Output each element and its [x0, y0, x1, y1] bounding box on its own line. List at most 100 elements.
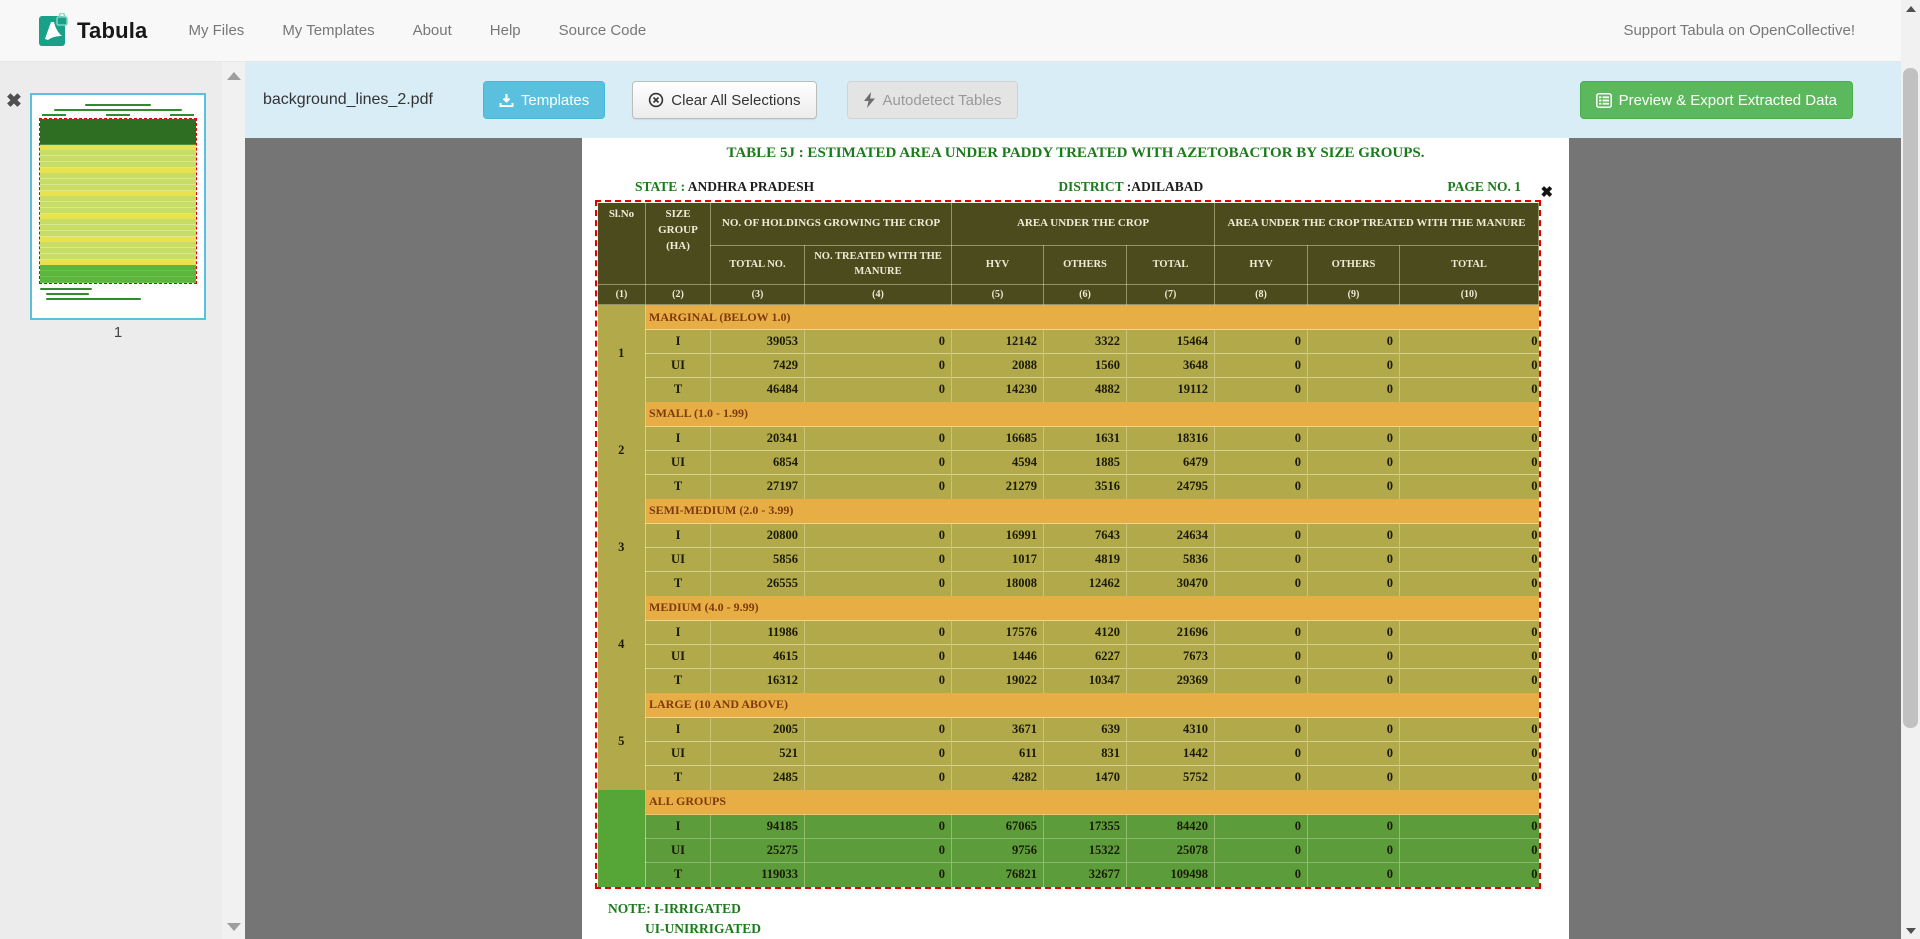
value-cell: 3648	[1127, 354, 1215, 378]
irrigation-type-cell: I	[646, 427, 711, 451]
nav-item-my-templates[interactable]: My Templates	[263, 0, 393, 62]
table-row: UI68540459418856479000	[598, 451, 1539, 475]
value-cell: 0	[1215, 548, 1308, 572]
table-selection-box[interactable]: ✖ Sl.No SIZE GROUP (HA) NO. OF HOLDINGS …	[595, 200, 1541, 889]
thumbnail-page-number: 1	[30, 324, 206, 341]
value-cell: 0	[1400, 621, 1539, 645]
sidebar-scroll-down-icon[interactable]	[227, 923, 241, 931]
value-cell: 11986	[711, 621, 805, 645]
value-cell: 94185	[711, 815, 805, 839]
value-cell: 0	[1308, 548, 1400, 572]
table-row: T11903307682132677109498000	[598, 863, 1539, 887]
value-cell: 39053	[711, 330, 805, 354]
value-cell: 0	[805, 354, 952, 378]
column-number-cell: (10)	[1400, 285, 1539, 305]
remove-circle-icon	[648, 92, 664, 108]
navbar: Tabula My Files My Templates About Help …	[0, 0, 1901, 62]
value-cell: 0	[1215, 669, 1308, 693]
nav-item-my-files[interactable]: My Files	[169, 0, 263, 62]
autodetect-tables-button[interactable]: Autodetect Tables	[847, 81, 1018, 119]
pdf-page[interactable]: TABLE 5J : ESTIMATED AREA UNDER PADDY TR…	[582, 138, 1569, 939]
value-cell: 0	[805, 548, 952, 572]
table-row: T24850428214705752000	[598, 766, 1539, 790]
scroll-down-icon[interactable]	[1901, 922, 1920, 939]
value-cell: 27197	[711, 475, 805, 499]
value-cell: 0	[805, 621, 952, 645]
page-number-field: PAGE NO. 1	[1447, 179, 1521, 195]
column-number-cell: (3)	[711, 285, 805, 305]
value-cell: 7643	[1044, 524, 1127, 548]
value-cell: 46484	[711, 378, 805, 402]
column-number-cell: (2)	[646, 285, 711, 305]
pdf-note-line-1: NOTE: I-IRRIGATED	[608, 901, 741, 917]
autodetect-tables-label: Autodetect Tables	[883, 92, 1002, 109]
scrollbar-thumb[interactable]	[1903, 68, 1918, 728]
sidebar-scroll-up-icon[interactable]	[227, 72, 241, 80]
value-cell: 0	[1215, 766, 1308, 790]
thumbnail-notes	[40, 288, 204, 300]
column-number-cell: (6)	[1044, 285, 1127, 305]
value-cell: 4819	[1044, 548, 1127, 572]
column-number-cell: (9)	[1308, 285, 1400, 305]
irrigation-type-cell: I	[646, 524, 711, 548]
value-cell: 1470	[1044, 766, 1127, 790]
remove-page-icon[interactable]: ✖	[6, 92, 22, 111]
irrigation-type-cell: UI	[646, 839, 711, 863]
value-cell: 19022	[952, 669, 1044, 693]
nav-menu: My Files My Templates About Help Source …	[169, 0, 665, 62]
value-cell: 26555	[711, 572, 805, 596]
value-cell: 0	[1308, 742, 1400, 766]
value-cell: 5856	[711, 548, 805, 572]
irrigation-type-cell: UI	[646, 451, 711, 475]
irrigation-type-cell: UI	[646, 742, 711, 766]
nav-item-help[interactable]: Help	[471, 0, 540, 62]
value-cell: 0	[805, 766, 952, 790]
irrigation-type-cell: I	[646, 330, 711, 354]
slno-cell: 3	[598, 499, 646, 596]
value-cell: 1446	[952, 645, 1044, 669]
col-header-hyv-2: HYV	[1215, 246, 1308, 285]
sidebar-scrollbar[interactable]	[222, 62, 245, 939]
value-cell: 1560	[1044, 354, 1127, 378]
clear-all-selections-button[interactable]: Clear All Selections	[632, 81, 816, 119]
brand-link[interactable]: Tabula	[38, 13, 147, 48]
value-cell: 67065	[952, 815, 1044, 839]
value-cell: 16685	[952, 427, 1044, 451]
value-cell: 16312	[711, 669, 805, 693]
value-cell: 0	[1400, 427, 1539, 451]
value-cell: 18008	[952, 572, 1044, 596]
nav-item-about[interactable]: About	[394, 0, 471, 62]
col-header-others-2: OTHERS	[1308, 246, 1400, 285]
value-cell: 1631	[1044, 427, 1127, 451]
preview-export-button[interactable]: Preview & Export Extracted Data	[1580, 81, 1853, 119]
value-cell: 0	[1308, 524, 1400, 548]
value-cell: 0	[1400, 718, 1539, 742]
page-1-thumbnail[interactable]	[30, 93, 206, 320]
selection-close-icon[interactable]: ✖	[1540, 183, 1553, 201]
value-cell: 15464	[1127, 330, 1215, 354]
table-row: UI25275097561532225078000	[598, 839, 1539, 863]
document-filename: background_lines_2.pdf	[263, 91, 433, 109]
value-cell: 0	[1308, 330, 1400, 354]
value-cell: 0	[805, 572, 952, 596]
value-cell: 0	[1215, 572, 1308, 596]
templates-button[interactable]: Templates	[483, 81, 605, 119]
irrigation-type-cell: T	[646, 378, 711, 402]
value-cell: 0	[1308, 669, 1400, 693]
table-row: UI74290208815603648000	[598, 354, 1539, 378]
scroll-up-icon[interactable]	[1901, 0, 1920, 17]
value-cell: 25275	[711, 839, 805, 863]
table-row: I11986017576412021696000	[598, 621, 1539, 645]
value-cell: 19112	[1127, 378, 1215, 402]
nav-item-source-code[interactable]: Source Code	[540, 0, 666, 62]
irrigation-type-cell: T	[646, 572, 711, 596]
value-cell: 0	[1308, 839, 1400, 863]
value-cell: 0	[1308, 354, 1400, 378]
support-link[interactable]: Support Tabula on OpenCollective!	[1623, 22, 1855, 39]
preview-export-label: Preview & Export Extracted Data	[1619, 92, 1837, 109]
value-cell: 21696	[1127, 621, 1215, 645]
value-cell: 0	[1400, 451, 1539, 475]
value-cell: 0	[1308, 378, 1400, 402]
col-header-slno: Sl.No	[598, 203, 646, 285]
window-scrollbar[interactable]	[1901, 0, 1920, 939]
